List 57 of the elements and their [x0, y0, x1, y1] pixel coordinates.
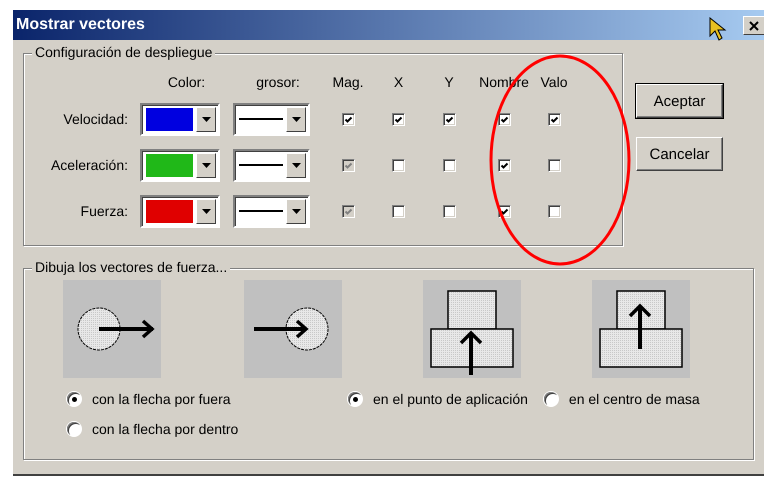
column-header: X [394, 74, 404, 90]
dropdown-arrow-icon [292, 116, 300, 122]
group-title: Dibuja los vectores de fuerza... [32, 259, 230, 275]
dropdown-arrow-icon [292, 208, 300, 214]
radio-option[interactable]: con la flecha por fuera [67, 391, 231, 407]
color-dropdown[interactable] [140, 148, 220, 182]
column-header: Mag. [332, 74, 364, 90]
check-icon [444, 114, 454, 124]
row-label: Aceleración: [50, 157, 128, 173]
radio-option[interactable]: en el centro de masa [544, 391, 700, 407]
radio-option[interactable]: con la flecha por dentro [67, 421, 238, 437]
checkbox[interactable] [442, 158, 456, 172]
column-header: Y [444, 74, 454, 90]
row-label: Velocidad: [63, 111, 128, 127]
check-icon [500, 160, 508, 170]
dialog-button[interactable]: Cancelar [636, 137, 723, 171]
row-label: Fuerza: [80, 203, 128, 219]
check-icon [394, 114, 403, 124]
checkbox[interactable] [342, 112, 354, 126]
checkbox[interactable] [498, 158, 510, 172]
line-sample-icon [239, 164, 283, 166]
color-dropdown[interactable] [140, 194, 220, 228]
checkbox[interactable] [548, 204, 560, 218]
thickness-dropdown[interactable] [233, 194, 310, 228]
column-header: grosor: [256, 74, 300, 90]
check-icon [500, 206, 508, 216]
checkbox[interactable] [392, 158, 405, 172]
dropdown-arrow-icon [202, 208, 210, 214]
check-icon [500, 114, 508, 124]
window-title: Mostrar vectores [16, 16, 145, 34]
column-header: Color: [168, 74, 206, 90]
check-icon [344, 160, 352, 170]
check-icon [550, 114, 558, 124]
checkbox[interactable] [498, 112, 510, 126]
radio-option[interactable]: en el punto de aplicación [348, 391, 528, 407]
dialog-button[interactable]: Aceptar [636, 84, 723, 118]
thickness-dropdown[interactable] [233, 148, 310, 182]
checkbox[interactable] [548, 112, 560, 126]
check-icon [344, 206, 352, 216]
close-icon [749, 20, 759, 30]
checkbox[interactable] [548, 158, 560, 172]
mouse-pointer-icon [709, 17, 727, 42]
checkbox[interactable] [392, 112, 405, 126]
dropdown-arrow-icon [292, 162, 300, 168]
close-button[interactable] [743, 16, 764, 35]
color-dropdown[interactable] [140, 102, 220, 136]
dropdown-arrow-icon [202, 162, 210, 168]
checkbox[interactable] [442, 204, 456, 218]
thickness-dropdown[interactable] [233, 102, 310, 136]
column-header: Valo [540, 74, 568, 90]
group-title: Configuración de despliegue [32, 44, 216, 60]
checkbox[interactable] [392, 204, 405, 218]
check-icon [344, 114, 352, 124]
line-sample-icon [239, 118, 283, 120]
checkbox[interactable] [442, 112, 456, 126]
dropdown-arrow-icon [202, 116, 210, 122]
line-sample-icon [239, 210, 283, 212]
